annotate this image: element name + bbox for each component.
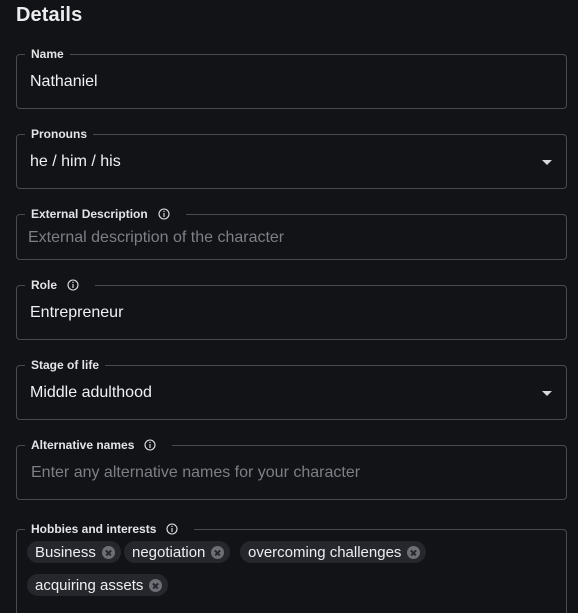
- external-description-input[interactable]: External description of the character: [28, 229, 284, 247]
- close-circle-icon[interactable]: [149, 578, 163, 592]
- info-circle-icon[interactable]: [144, 439, 156, 451]
- hobby-chip: negotiation: [124, 541, 231, 563]
- info-circle-icon[interactable]: [158, 208, 170, 220]
- alternative-names-field[interactable]: Alternative names Enter any alternative …: [16, 438, 567, 500]
- role-field[interactable]: Role Entrepreneur: [16, 278, 567, 340]
- alternative-names-label: Alternative names: [25, 438, 173, 452]
- name-field[interactable]: Name Nathaniel: [16, 47, 567, 109]
- hobby-chip: overcoming challenges: [240, 541, 427, 563]
- hobby-chip-label: acquiring assets: [35, 576, 144, 594]
- close-circle-icon[interactable]: [407, 545, 421, 559]
- close-circle-icon[interactable]: [211, 545, 225, 559]
- name-value[interactable]: Nathaniel: [30, 73, 98, 91]
- hobby-chip: acquiring assets: [27, 574, 169, 596]
- hobby-chip-label: overcoming challenges: [248, 543, 402, 561]
- stage-of-life-value: Middle adulthood: [30, 384, 152, 401]
- info-circle-icon[interactable]: [67, 279, 79, 291]
- caret-down-icon[interactable]: [542, 391, 552, 396]
- pronouns-value: he / him / his: [30, 153, 121, 170]
- pronouns-select[interactable]: Pronouns he / him / his: [16, 127, 567, 189]
- caret-down-icon[interactable]: [542, 160, 552, 165]
- role-value[interactable]: Entrepreneur: [30, 304, 123, 322]
- info-circle-icon[interactable]: [166, 523, 178, 535]
- hobby-chip-label: negotiation: [132, 543, 206, 561]
- details-panel: Details Name Nathaniel Pronouns he / him…: [0, 0, 578, 613]
- name-label: Name: [25, 47, 70, 61]
- stage-of-life-select[interactable]: Stage of life Middle adulthood: [16, 358, 567, 420]
- pronouns-label: Pronouns: [25, 127, 93, 141]
- section-title: Details: [16, 4, 83, 26]
- hobbies-label: Hobbies and interests: [25, 522, 195, 536]
- close-circle-icon[interactable]: [101, 545, 115, 559]
- hobbies-field[interactable]: Hobbies and interests Business negotiati…: [16, 522, 567, 613]
- hobby-chip: Business: [27, 541, 121, 563]
- role-label: Role: [25, 278, 96, 292]
- alternative-names-input[interactable]: Enter any alternative names for your cha…: [31, 464, 360, 482]
- external-description-field[interactable]: External Description External descriptio…: [16, 207, 567, 260]
- stage-of-life-label: Stage of life: [25, 358, 106, 372]
- hobby-chip-label: Business: [35, 543, 96, 561]
- external-description-label: External Description: [25, 207, 186, 221]
